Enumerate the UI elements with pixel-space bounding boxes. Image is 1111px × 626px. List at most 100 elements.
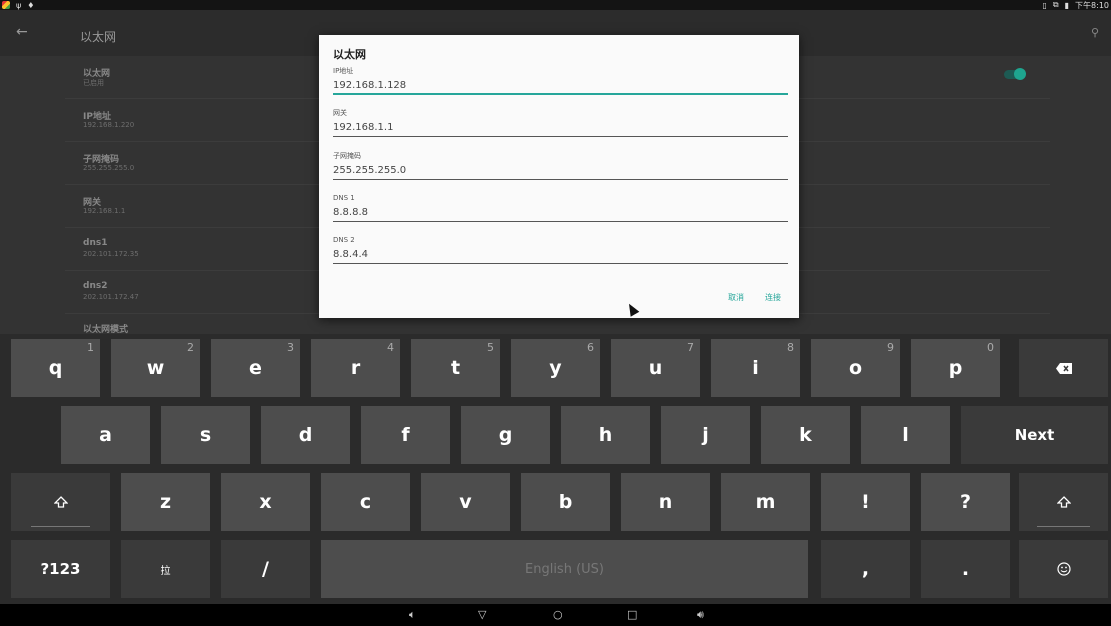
row-subtitle: 255.255.255.0 [83,164,135,172]
key-hint: 2 [187,341,194,354]
key-label: p [948,357,963,379]
dns2-input[interactable]: 8.8.4.4 [333,246,788,264]
key-f[interactable]: f [361,406,450,464]
key-hint: 0 [987,341,994,354]
status-bar: ψ ♦ ▯ ⧉ ▮ 下午8:10 [0,0,1111,10]
key-label: q [48,357,63,379]
sim-icon: ▯ [1042,0,1047,10]
language-key[interactable]: 拉 [121,540,210,598]
key-u[interactable]: u7 [611,339,700,397]
key-label: w [146,357,165,379]
key-hint: 5 [487,341,494,354]
shift-icon [1056,496,1071,508]
clock: 下午8:10 [1075,0,1109,10]
space-bar[interactable]: English (US) [321,540,808,598]
key-o[interactable]: o9 [811,339,900,397]
key-hint: 1 [87,341,94,354]
symbols-key[interactable]: ?123 [11,540,110,598]
volume-up-icon[interactable]: 🔊︎ [697,608,704,622]
ethernet-dialog: 以太网 IP地址 192.168.1.128 网关 192.168.1.1 子网… [319,35,799,318]
key-backspace[interactable] [1019,339,1108,397]
key-slash[interactable]: / [221,540,310,598]
back-nav-icon[interactable]: ▽ [478,608,486,621]
key-m[interactable]: m [721,473,810,531]
key-d[interactable]: d [261,406,350,464]
key-exclamation[interactable]: ! [821,473,910,531]
key-j[interactable]: j [661,406,750,464]
row-subtitle: 192.168.1.1 [83,207,126,215]
dialog-title: 以太网 [333,48,366,61]
soft-keyboard: q1 w2 e3 r4 t5 y6 u7 i8 o9 p0 a s d f g … [0,334,1111,604]
connect-button[interactable]: 连接 [765,292,781,303]
field-label: 子网掩码 [333,152,361,160]
netmask-field[interactable]: 子网掩码 255.255.255.0 [333,150,788,180]
key-label: o [848,357,863,379]
key-label: r [350,357,361,379]
key-w[interactable]: w2 [111,339,200,397]
key-q[interactable]: q1 [11,339,100,397]
key-e[interactable]: e3 [211,339,300,397]
key-hint: 8 [787,341,794,354]
emoji-key[interactable] [1019,540,1108,598]
row-subtitle: 202.101.172.47 [83,293,139,301]
key-a[interactable]: a [61,406,150,464]
netmask-input[interactable]: 255.255.255.0 [333,162,788,180]
key-n[interactable]: n [621,473,710,531]
key-shift-right[interactable] [1019,473,1108,531]
page-title: 以太网 [80,30,117,44]
key-z[interactable]: z [121,473,210,531]
row-subtitle: 已启用 [83,79,104,87]
backspace-icon [1055,362,1072,374]
key-period[interactable]: . [921,540,1010,598]
field-label: 网关 [333,109,347,117]
home-nav-icon[interactable]: ○ [553,608,563,621]
emoji-icon [1056,562,1071,576]
key-question[interactable]: ? [921,473,1010,531]
debug-icon: ♦ [27,0,35,10]
volume-down-icon[interactable]: 🔈︎ [409,608,416,622]
back-arrow-icon[interactable]: ← [16,24,28,40]
key-label: y [549,357,562,379]
next-button[interactable]: Next [961,406,1108,464]
app-notification-icon [2,1,10,9]
key-s[interactable]: s [161,406,250,464]
key-hint: 3 [287,341,294,354]
ip-address-input[interactable]: 192.168.1.128 [333,77,788,95]
battery-icon: ▮ [1064,0,1070,10]
key-k[interactable]: k [761,406,850,464]
ip-address-field[interactable]: IP地址 192.168.1.128 [333,65,788,95]
key-c[interactable]: c [321,473,410,531]
key-p[interactable]: p0 [911,339,1000,397]
key-t[interactable]: t5 [411,339,500,397]
gateway-input[interactable]: 192.168.1.1 [333,119,788,137]
key-i[interactable]: i8 [711,339,800,397]
shift-underline [30,526,91,527]
dns2-field[interactable]: DNS 2 8.8.4.4 [333,234,788,264]
cancel-button[interactable]: 取消 [728,292,744,303]
key-r[interactable]: r4 [311,339,400,397]
shift-underline [1036,526,1091,527]
key-hint: 9 [887,341,894,354]
key-hint: 7 [687,341,694,354]
field-label: DNS 2 [333,236,355,244]
key-shift-left[interactable] [11,473,110,531]
language-icon: 拉 [160,565,171,577]
key-x[interactable]: x [221,473,310,531]
key-hint: 6 [587,341,594,354]
key-h[interactable]: h [561,406,650,464]
row-subtitle: 192.168.1.220 [83,121,135,129]
key-b[interactable]: b [521,473,610,531]
key-v[interactable]: v [421,473,510,531]
key-comma[interactable]: , [821,540,910,598]
key-hint: 4 [387,341,394,354]
recents-nav-icon[interactable]: □ [627,608,637,621]
key-l[interactable]: l [861,406,950,464]
key-g[interactable]: g [461,406,550,464]
search-icon[interactable]: ⚲ [1091,26,1099,39]
gateway-field[interactable]: 网关 192.168.1.1 [333,107,788,137]
ethernet-toggle[interactable] [1004,68,1026,80]
row-title: dns2 [83,281,108,291]
dns1-field[interactable]: DNS 1 8.8.8.8 [333,192,788,222]
key-y[interactable]: y6 [511,339,600,397]
dns1-input[interactable]: 8.8.8.8 [333,204,788,222]
